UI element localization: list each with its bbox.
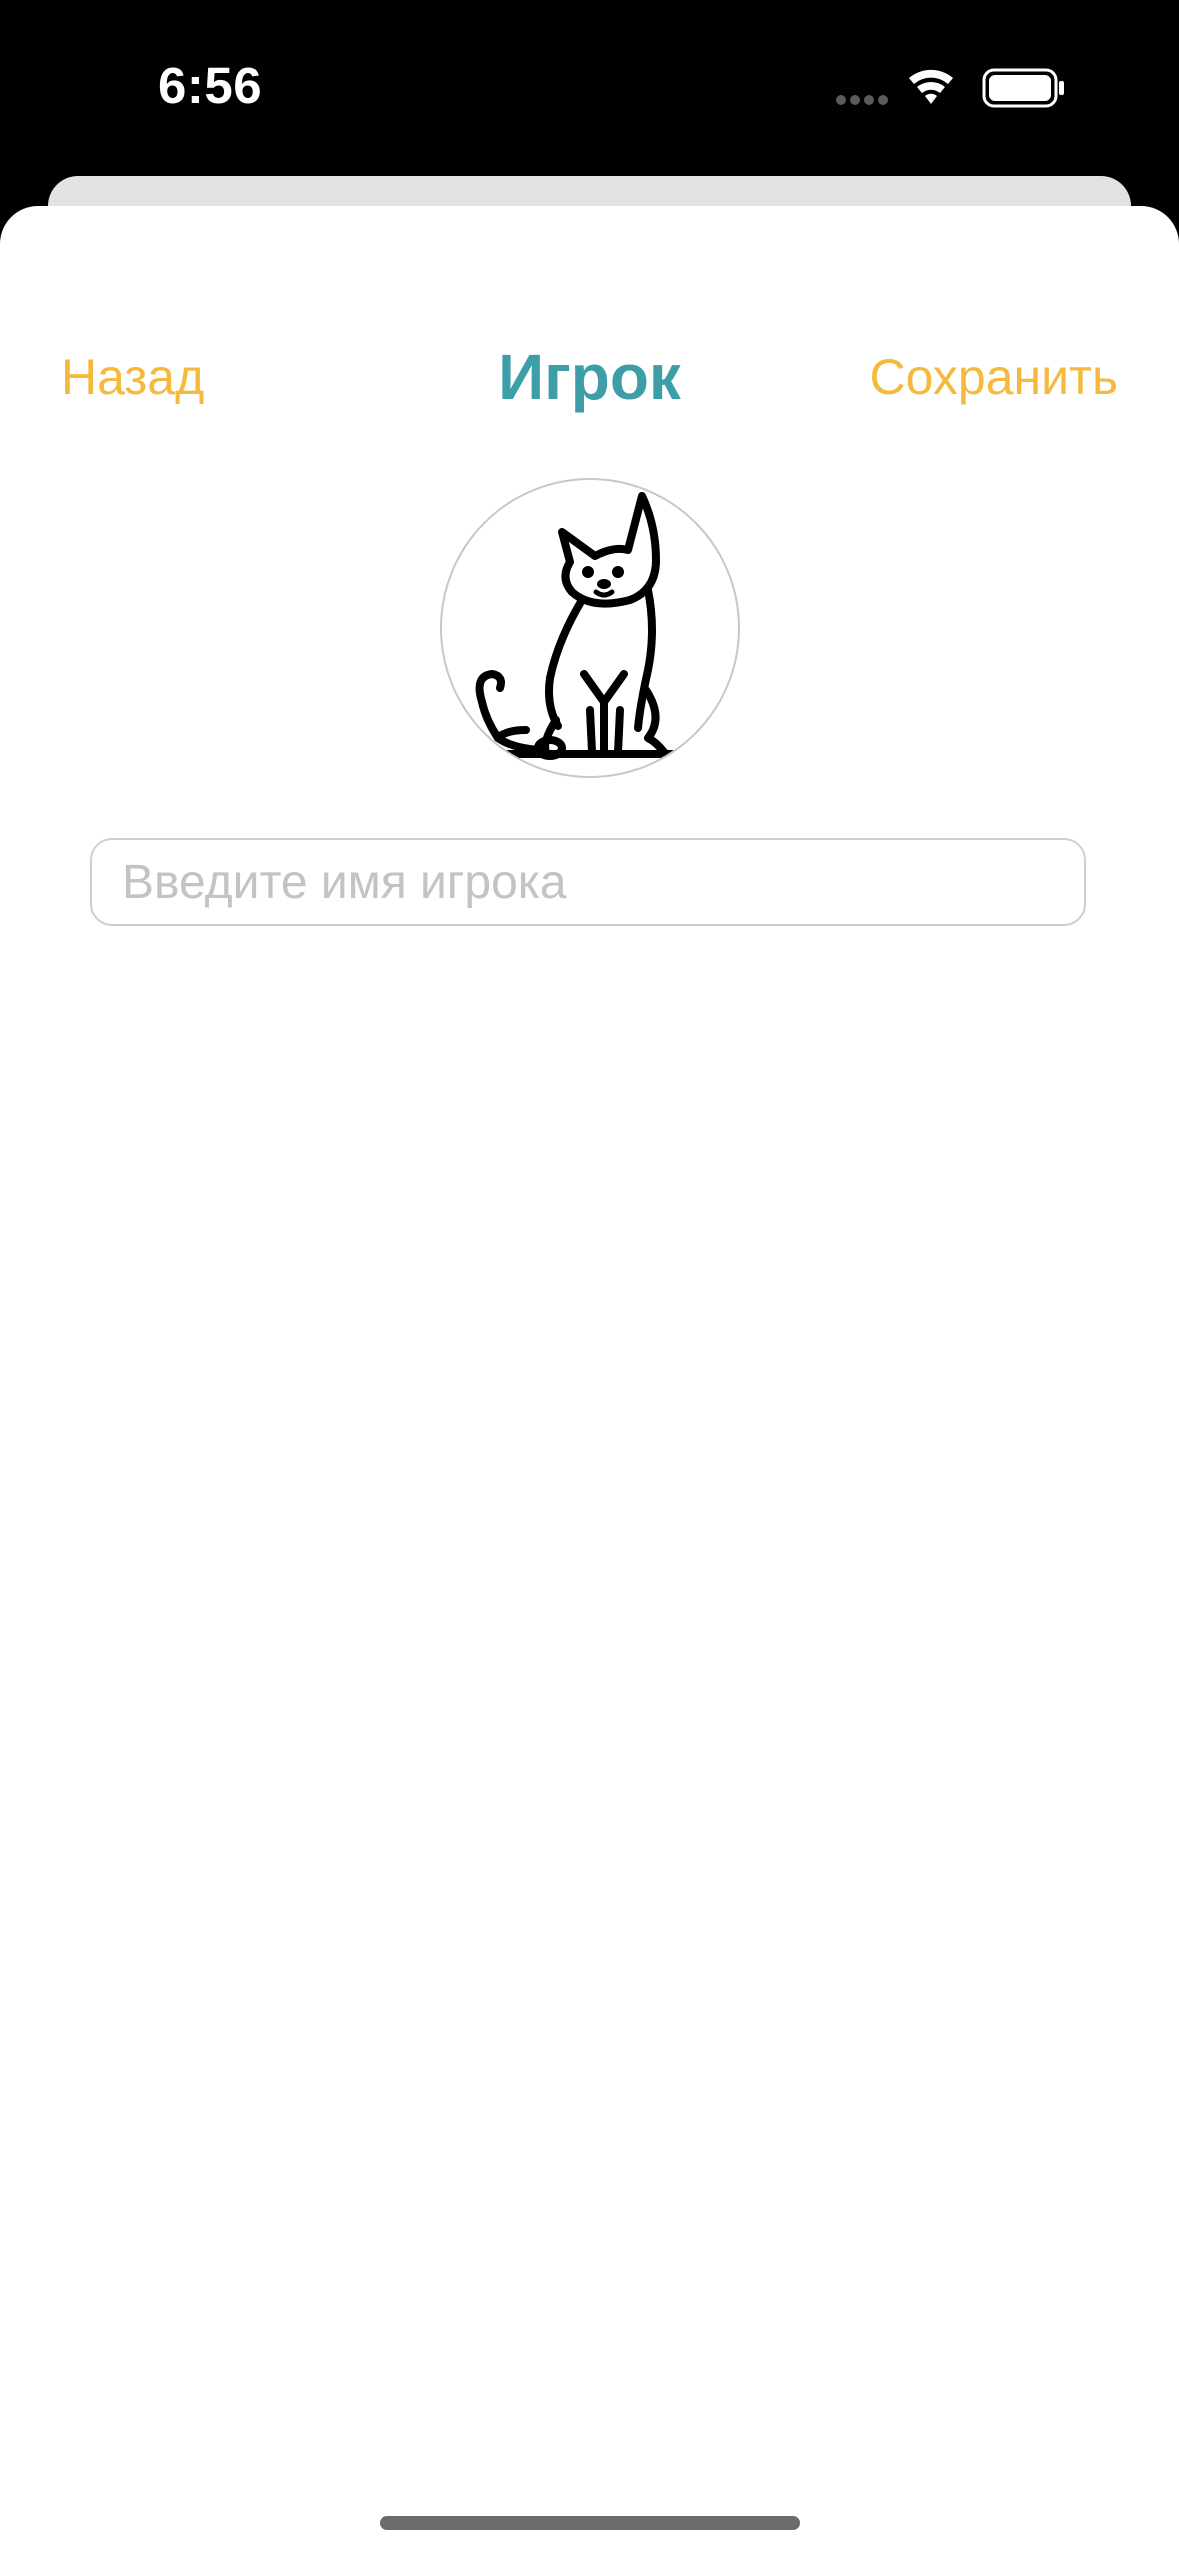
wifi-icon xyxy=(909,69,953,104)
player-sheet: Назад Игрок Сохранить xyxy=(0,206,1179,2556)
status-icons xyxy=(831,62,1081,112)
battery-icon xyxy=(982,68,1064,108)
home-indicator[interactable] xyxy=(380,2516,800,2530)
status-bar: 6:56 xyxy=(0,0,1179,175)
avatar-picker[interactable] xyxy=(440,478,740,778)
cellular-dots-icon xyxy=(836,95,888,105)
player-name-input[interactable] xyxy=(90,838,1086,926)
save-button[interactable]: Сохранить xyxy=(870,348,1118,406)
cat-icon xyxy=(475,492,682,760)
status-time: 6:56 xyxy=(158,57,263,114)
status-icons-svg xyxy=(836,68,1064,108)
